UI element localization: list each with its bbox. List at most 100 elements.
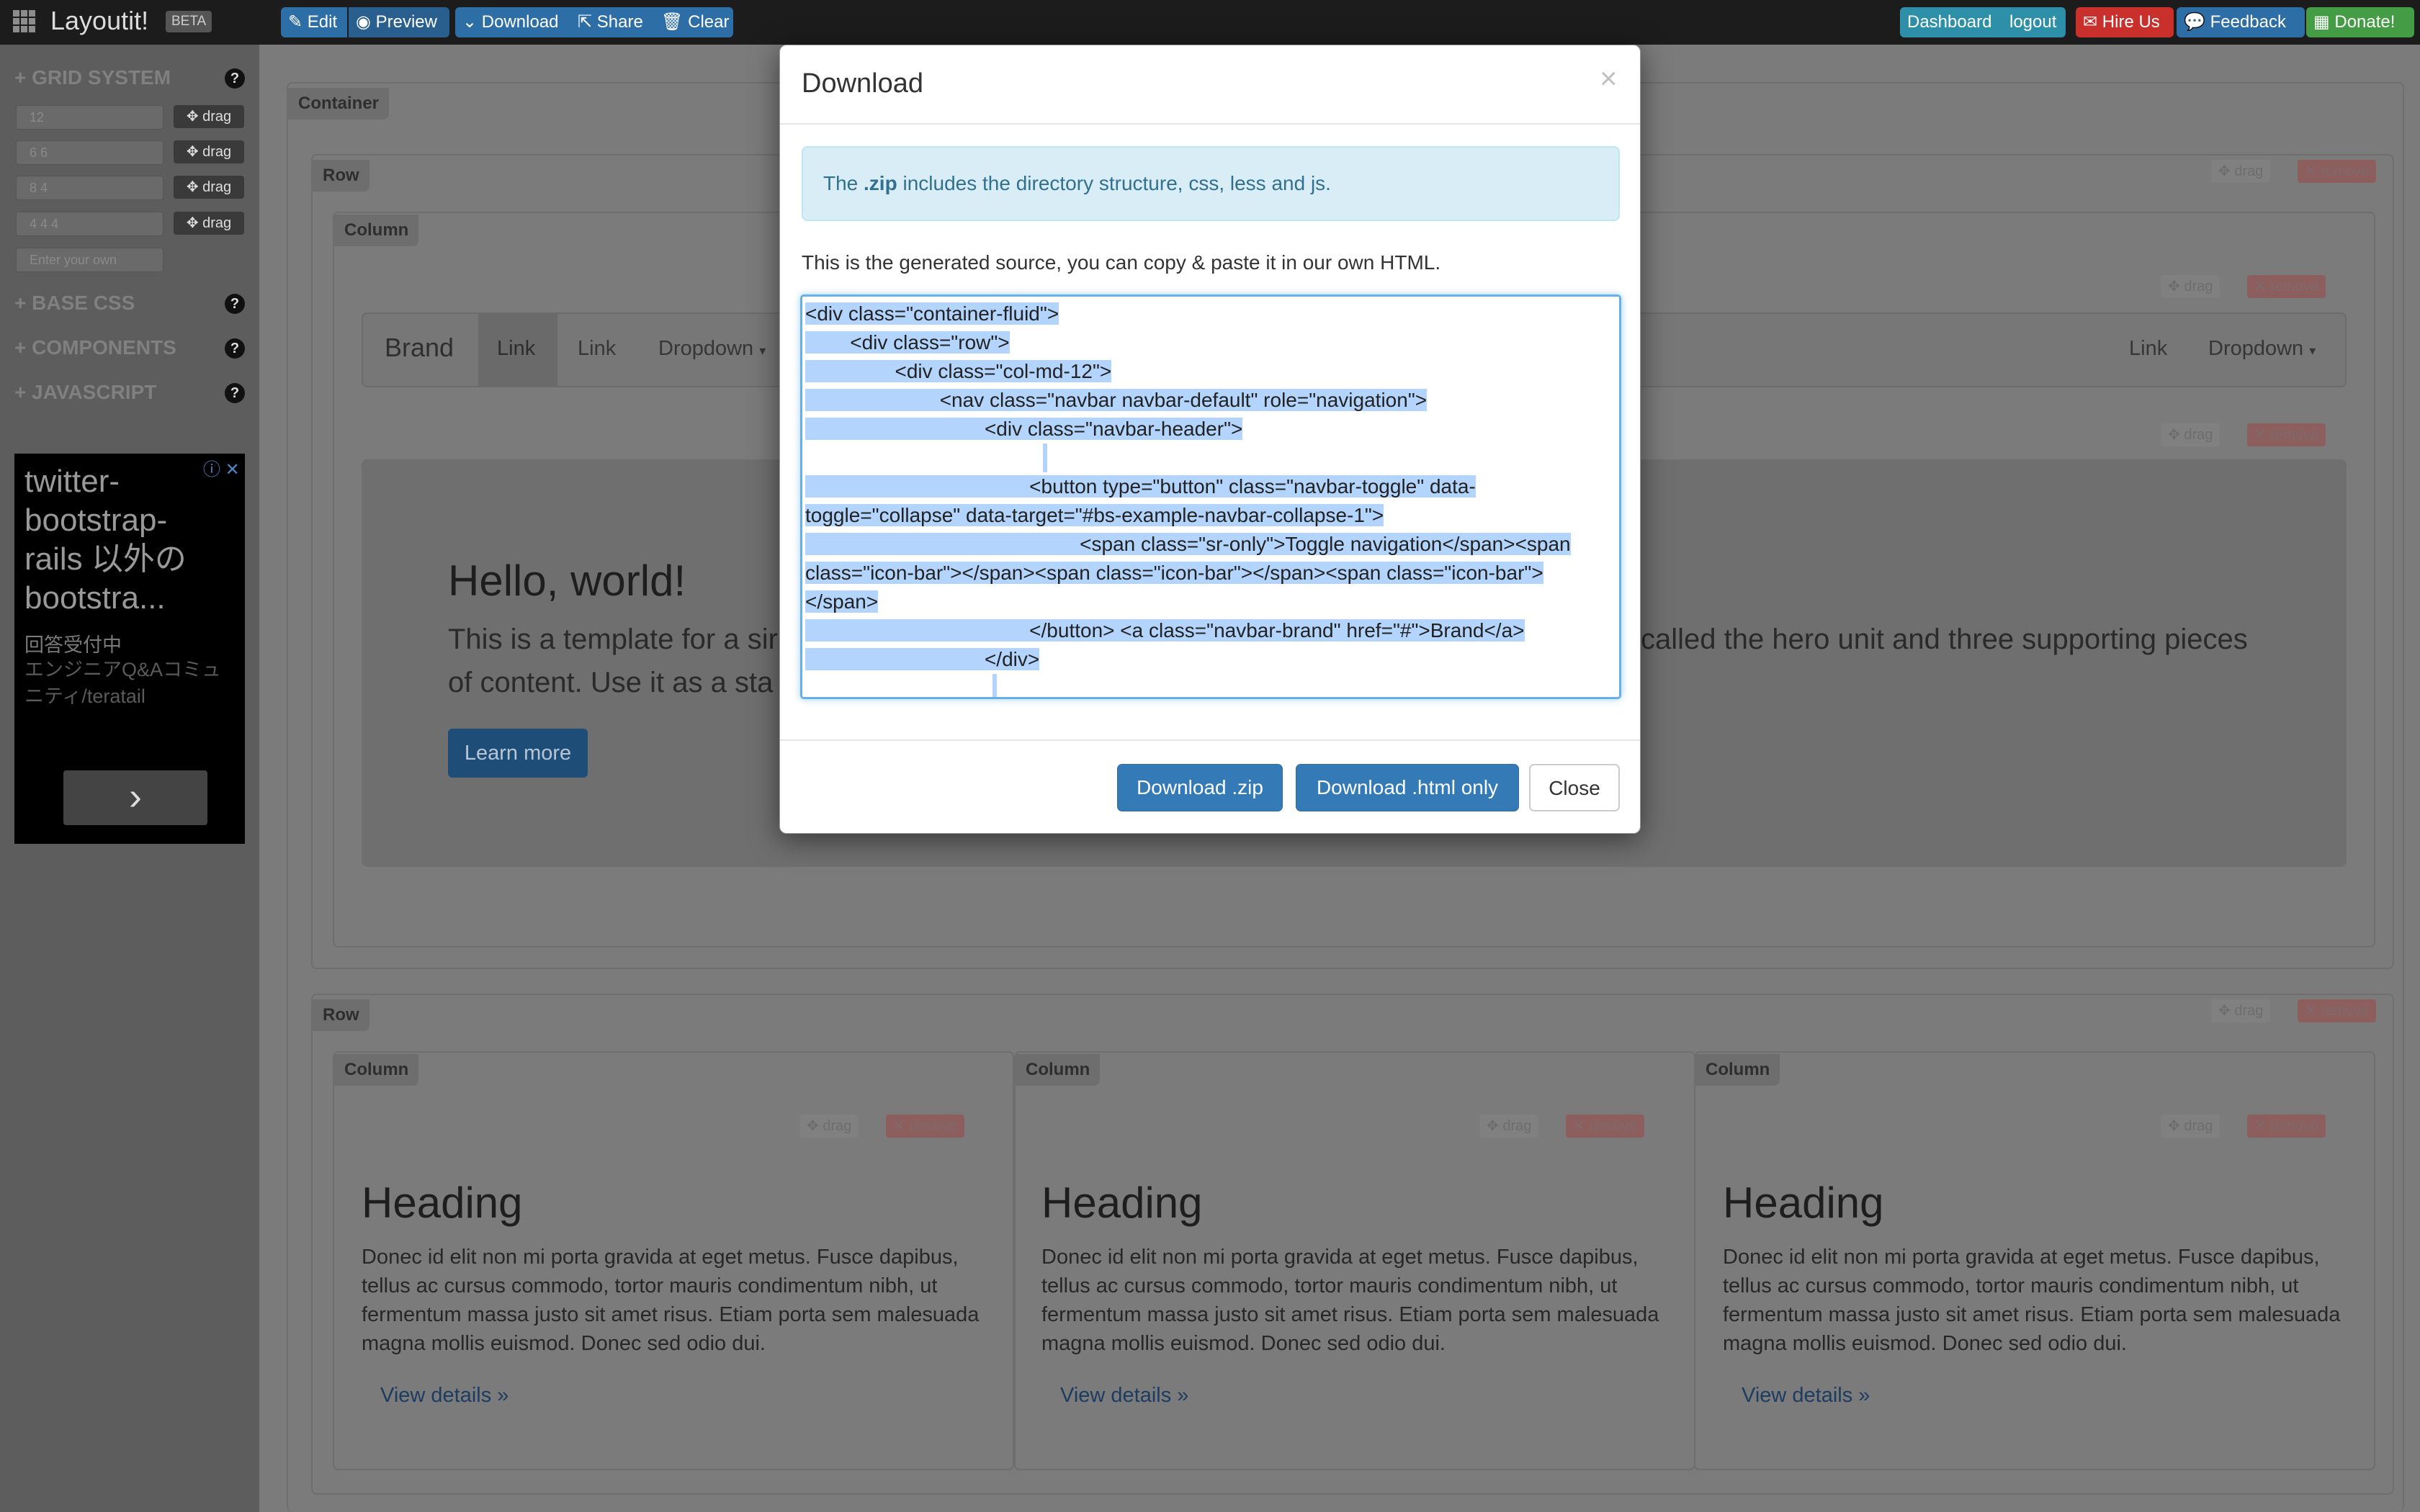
- move-icon: ✥: [2168, 1118, 2180, 1134]
- help-icon[interactable]: ?: [225, 338, 245, 359]
- column-label[interactable]: Column: [334, 1054, 419, 1086]
- move-icon: ✥: [2168, 427, 2180, 443]
- learn-more-button[interactable]: Learn more: [448, 729, 588, 778]
- column-label[interactable]: Column: [1016, 1054, 1101, 1086]
- column-label[interactable]: Column: [334, 215, 419, 246]
- modal-footer-divider: [780, 739, 1640, 741]
- beta-badge: BETA: [166, 11, 212, 32]
- sidebar-section-base-css[interactable]: + BASE CSS: [14, 292, 135, 315]
- app-title[interactable]: Layoutit!: [50, 6, 148, 36]
- column-drag-handle[interactable]: ✥ drag: [2161, 275, 2220, 298]
- navbar-brand[interactable]: Brand: [385, 333, 454, 363]
- modal-close-icon[interactable]: ×: [1600, 61, 1618, 96]
- column-label[interactable]: Column: [1695, 1054, 1780, 1086]
- column-heading: Heading: [1723, 1179, 1884, 1227]
- grid-preset-drag-handle[interactable]: ✥ drag: [174, 105, 244, 128]
- help-icon[interactable]: ?: [225, 294, 245, 314]
- navbar-link[interactable]: Link: [578, 337, 616, 361]
- custom-grid-input[interactable]: Enter your own: [16, 248, 163, 272]
- row-label[interactable]: Row: [313, 999, 369, 1031]
- edit-button[interactable]: ✎ Edit: [281, 7, 347, 37]
- info-alert-text: The .zip includes the directory structur…: [823, 172, 1331, 194]
- clear-button[interactable]: 🗑 Clear: [654, 7, 733, 37]
- row-remove-button[interactable]: ✕ remove: [2298, 160, 2377, 183]
- container-label[interactable]: Container: [288, 88, 390, 120]
- sidebar-section-javascript[interactable]: + JAVASCRIPT: [14, 381, 156, 404]
- hero-text-left-2: of content. Use it as a sta: [448, 667, 774, 698]
- code-line: class="icon-bar"></span><span class="ico…: [805, 562, 1543, 584]
- close-button[interactable]: Close: [1529, 764, 1620, 811]
- navbar-link[interactable]: Link: [497, 337, 535, 361]
- share-button[interactable]: ⇱ Share: [570, 7, 654, 37]
- donate-button[interactable]: ▦ Donate!: [2306, 7, 2414, 37]
- hero-text-left-1: This is a template for a sir: [448, 624, 778, 655]
- feedback-button[interactable]: 💬 Feedback: [2177, 7, 2305, 37]
- column-drag-handle[interactable]: ✥ drag: [1479, 1115, 1539, 1138]
- download-zip-button[interactable]: Download .zip: [1117, 764, 1283, 811]
- grid-preset-drag-handle[interactable]: ✥ drag: [174, 176, 244, 199]
- code-line: </span>: [805, 590, 879, 613]
- view-details-link[interactable]: View details »: [1742, 1384, 1870, 1408]
- column-remove-button[interactable]: ✕ remove: [1566, 1115, 1645, 1138]
- close-icon: ✕: [2305, 163, 2317, 179]
- component-remove-button[interactable]: ✕ remove: [2247, 423, 2326, 446]
- move-icon: ✥: [186, 215, 199, 231]
- close-icon: ✕: [2254, 279, 2267, 294]
- source-code-textarea[interactable]: <div class="container-fluid"> <div class…: [800, 294, 1621, 699]
- download-html-button[interactable]: Download .html only: [1296, 764, 1519, 811]
- sidebar-section-grid-system[interactable]: + GRID SYSTEM: [14, 66, 171, 89]
- view-details-link[interactable]: View details »: [1060, 1384, 1188, 1408]
- ad-choices-icon[interactable]: ⓘ ✕: [203, 455, 243, 480]
- ad-line-2: エンジニアQ&Aコミュニティ/teratail: [24, 659, 222, 707]
- column-drag-handle[interactable]: ✥ drag: [2161, 1115, 2220, 1138]
- help-icon[interactable]: ?: [225, 383, 245, 403]
- dashboard-button[interactable]: Dashboard: [1900, 7, 2008, 37]
- column-text: Donec id elit non mi porta gravida at eg…: [1041, 1246, 1659, 1355]
- grid-preset-input[interactable]: 6 6: [16, 140, 163, 165]
- hire-us-button[interactable]: ✉ Hire Us: [2076, 7, 2174, 37]
- sidebar-section-components[interactable]: + COMPONENTS: [14, 336, 176, 359]
- hero-text-right: called the hero unit and three supportin…: [1641, 624, 2248, 655]
- component-drag-handle[interactable]: ✥ drag: [2161, 423, 2220, 446]
- plus-icon: +: [14, 381, 27, 403]
- plus-icon: +: [14, 336, 27, 359]
- code-line: [805, 444, 1616, 472]
- ad-line-1: 回答受付中: [24, 634, 122, 656]
- move-icon: ✥: [2168, 279, 2180, 294]
- move-icon: ✥: [2218, 1003, 2231, 1019]
- row-drag-handle[interactable]: ✥ drag: [2211, 160, 2271, 183]
- close-icon: ✕: [2305, 1003, 2317, 1019]
- row-label[interactable]: Row: [313, 160, 369, 192]
- view-details-link[interactable]: View details »: [380, 1384, 508, 1408]
- close-icon: ✕: [2254, 427, 2267, 443]
- modal-title: Download: [802, 68, 923, 99]
- grid-preset-input[interactable]: 12: [16, 105, 163, 130]
- navbar-dropdown[interactable]: Dropdown ▾: [658, 337, 766, 361]
- row-remove-button[interactable]: ✕ remove: [2298, 999, 2377, 1022]
- grid-preset-input[interactable]: 8 4: [16, 176, 163, 200]
- column-remove-button[interactable]: ✕ remove: [2247, 1115, 2326, 1138]
- grid-preset-input[interactable]: 4 4 4: [16, 212, 163, 236]
- plus-icon: +: [14, 292, 27, 314]
- navbar-dropdown-right[interactable]: Dropdown ▾: [2208, 337, 2316, 361]
- code-line: <div class="container-fluid">: [805, 302, 1059, 325]
- move-icon: ✥: [1487, 1118, 1499, 1134]
- source-description: This is the generated source, you can co…: [802, 251, 1441, 274]
- download-button[interactable]: ⌄ Download: [455, 7, 570, 37]
- help-icon[interactable]: ?: [225, 68, 245, 89]
- grid-preset-drag-handle[interactable]: ✥ drag: [174, 212, 244, 235]
- logout-button[interactable]: logout: [2002, 7, 2066, 37]
- share-icon: ⇱: [578, 12, 593, 32]
- column-remove-button[interactable]: ✕ remove: [886, 1115, 965, 1138]
- trash-icon: 🗑: [661, 12, 684, 32]
- modal-header-divider: [780, 123, 1640, 125]
- grid-preset-drag-handle[interactable]: ✥ drag: [174, 140, 244, 163]
- row-drag-handle[interactable]: ✥ drag: [2211, 999, 2271, 1022]
- column-remove-button[interactable]: ✕ remove: [2247, 275, 2326, 298]
- advertisement[interactable]: ⓘ ✕ twitter-bootstrap-rails 以外のbootstra.…: [14, 454, 245, 844]
- download-modal: Download × The .zip includes the directo…: [779, 45, 1641, 834]
- preview-button[interactable]: ◉ Preview: [349, 7, 449, 37]
- ad-arrow-button[interactable]: ›: [63, 770, 207, 825]
- column-drag-handle[interactable]: ✥ drag: [799, 1115, 859, 1138]
- navbar-link-right[interactable]: Link: [2129, 337, 2167, 361]
